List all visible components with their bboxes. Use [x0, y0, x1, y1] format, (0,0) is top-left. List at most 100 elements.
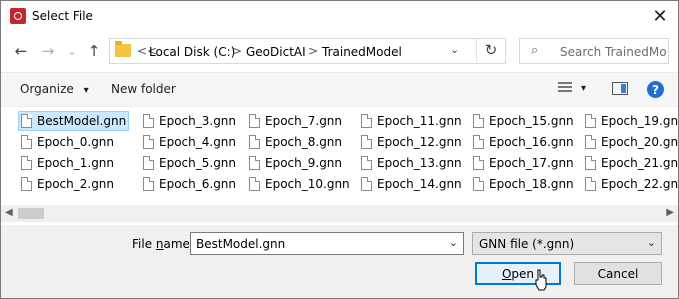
file-item-content: BestModel.gnn	[18, 111, 130, 131]
file-type-select[interactable]: GNN file (*.gnn) ⌄	[472, 232, 662, 255]
file-item[interactable]: Epoch_19.gnn	[582, 111, 679, 131]
organize-button[interactable]: Organize ▾	[20, 82, 89, 96]
address-bar[interactable]: << Local Disk (C:) > GeoDictAI > Trained…	[109, 38, 506, 64]
file-item[interactable]: Epoch_10.gnn	[246, 174, 353, 194]
file-item[interactable]: Epoch_8.gnn	[246, 132, 345, 152]
file-item-content: Epoch_13.gnn	[358, 153, 465, 173]
file-item[interactable]: Epoch_13.gnn	[358, 153, 465, 173]
recent-locations-button[interactable]: ⌄	[61, 40, 83, 62]
file-item-content: Epoch_0.gnn	[18, 132, 117, 152]
window-title: Select File	[32, 9, 93, 23]
file-item[interactable]: Epoch_20.gnn	[582, 132, 679, 152]
scroll-left-icon[interactable]: ◀	[5, 207, 13, 218]
document-icon	[361, 177, 372, 191]
document-icon	[585, 156, 596, 170]
new-folder-button[interactable]: New folder	[111, 82, 176, 96]
file-item-content: Epoch_5.gnn	[140, 153, 239, 173]
preview-pane-icon[interactable]	[612, 82, 628, 95]
file-name: Epoch_4.gnn	[159, 135, 237, 149]
file-name: Epoch_15.gnn	[489, 114, 574, 128]
file-item[interactable]: Epoch_17.gnn	[470, 153, 577, 173]
open-button[interactable]: Open	[475, 262, 561, 285]
file-item-content: Epoch_12.gnn	[358, 132, 465, 152]
file-name: Epoch_20.gnn	[601, 135, 679, 149]
file-item[interactable]: Epoch_15.gnn	[470, 111, 577, 131]
forward-button[interactable]: →	[37, 40, 59, 62]
up-button[interactable]: ↑	[83, 40, 105, 62]
document-icon	[473, 114, 484, 128]
file-item-content: Epoch_20.gnn	[582, 132, 679, 152]
back-button[interactable]: ←	[10, 40, 32, 62]
file-item-content: Epoch_8.gnn	[246, 132, 345, 152]
file-dialog: Select File ✕ ← → ⌄ ↑ << Local Disk (C:)…	[0, 0, 679, 299]
file-item[interactable]: Epoch_11.gnn	[358, 111, 465, 131]
breadcrumb-geodictai[interactable]: GeoDictAI	[246, 45, 306, 59]
file-name-input[interactable]: BestModel.gnn ⌄	[190, 232, 464, 255]
file-item[interactable]: Epoch_0.gnn	[18, 132, 117, 152]
file-name-label-part: File	[132, 237, 156, 251]
file-item[interactable]: Epoch_4.gnn	[140, 132, 239, 152]
file-item[interactable]: Epoch_21.gnn	[582, 153, 679, 173]
file-name: Epoch_2.gnn	[37, 177, 115, 191]
file-name: Epoch_22.gnn	[601, 177, 679, 191]
file-item[interactable]: Epoch_6.gnn	[140, 174, 239, 194]
breadcrumb-local-disk[interactable]: Local Disk (C:)	[149, 45, 235, 59]
view-options-arrow-icon[interactable]: ▾	[581, 83, 586, 94]
document-icon	[473, 177, 484, 191]
file-item[interactable]: Epoch_12.gnn	[358, 132, 465, 152]
file-item[interactable]: Epoch_14.gnn	[358, 174, 465, 194]
file-item-content: Epoch_18.gnn	[470, 174, 577, 194]
file-item[interactable]: Epoch_2.gnn	[18, 174, 117, 194]
horizontal-scrollbar[interactable]: ◀ ▶	[1, 205, 678, 222]
file-item-content: Epoch_10.gnn	[246, 174, 353, 194]
refresh-button[interactable]: ↻	[476, 38, 505, 62]
document-icon	[249, 156, 260, 170]
file-name: Epoch_3.gnn	[159, 114, 237, 128]
file-item-content: Epoch_7.gnn	[246, 111, 345, 131]
breadcrumb-separator[interactable]: >	[308, 44, 318, 58]
file-item[interactable]: Epoch_22.gnn	[582, 174, 679, 194]
file-type-dropdown-icon[interactable]: ⌄	[647, 236, 656, 249]
file-name: Epoch_7.gnn	[265, 114, 343, 128]
file-item[interactable]: Epoch_1.gnn	[18, 153, 117, 173]
document-icon	[585, 114, 596, 128]
file-item[interactable]: Epoch_3.gnn	[140, 111, 239, 131]
file-item-content: Epoch_15.gnn	[470, 111, 577, 131]
document-icon	[361, 156, 372, 170]
app-icon	[10, 8, 26, 24]
address-dropdown-icon[interactable]: ⌄	[450, 43, 459, 56]
help-icon[interactable]: ?	[647, 81, 664, 98]
breadcrumb-trainedmodel[interactable]: TrainedModel	[322, 45, 402, 59]
file-item-content: Epoch_4.gnn	[140, 132, 239, 152]
file-item[interactable]: Epoch_7.gnn	[246, 111, 345, 131]
file-item[interactable]: Epoch_9.gnn	[246, 153, 345, 173]
file-item[interactable]: Epoch_16.gnn	[470, 132, 577, 152]
file-name: BestModel.gnn	[37, 114, 127, 128]
scrollbar-thumb[interactable]	[18, 208, 44, 219]
close-button[interactable]: ✕	[642, 1, 678, 32]
file-item[interactable]: Epoch_18.gnn	[470, 174, 577, 194]
file-name: Epoch_19.gnn	[601, 114, 679, 128]
scroll-right-icon[interactable]: ▶	[666, 207, 674, 218]
document-icon	[143, 156, 154, 170]
document-icon	[585, 135, 596, 149]
document-icon	[21, 156, 32, 170]
search-box[interactable]: ⌕ Search TrainedMo...	[519, 38, 669, 64]
file-name: Epoch_21.gnn	[601, 156, 679, 170]
file-name: Epoch_18.gnn	[489, 177, 574, 191]
open-label: pen	[511, 266, 535, 281]
title-bar: Select File ✕	[1, 1, 678, 32]
file-name-dropdown-icon[interactable]: ⌄	[449, 236, 458, 249]
document-icon	[249, 135, 260, 149]
file-item-content: Epoch_14.gnn	[358, 174, 465, 194]
search-input[interactable]: Search TrainedMo...	[560, 45, 666, 59]
file-item[interactable]: Epoch_5.gnn	[140, 153, 239, 173]
file-name: Epoch_13.gnn	[377, 156, 462, 170]
cancel-button[interactable]: Cancel	[574, 262, 662, 285]
view-options-icon[interactable]	[558, 82, 572, 96]
document-icon	[473, 135, 484, 149]
file-item[interactable]: BestModel.gnn	[18, 111, 130, 131]
file-name: Epoch_12.gnn	[377, 135, 462, 149]
breadcrumb-separator[interactable]: >	[232, 44, 242, 58]
file-item-content: Epoch_19.gnn	[582, 111, 679, 131]
